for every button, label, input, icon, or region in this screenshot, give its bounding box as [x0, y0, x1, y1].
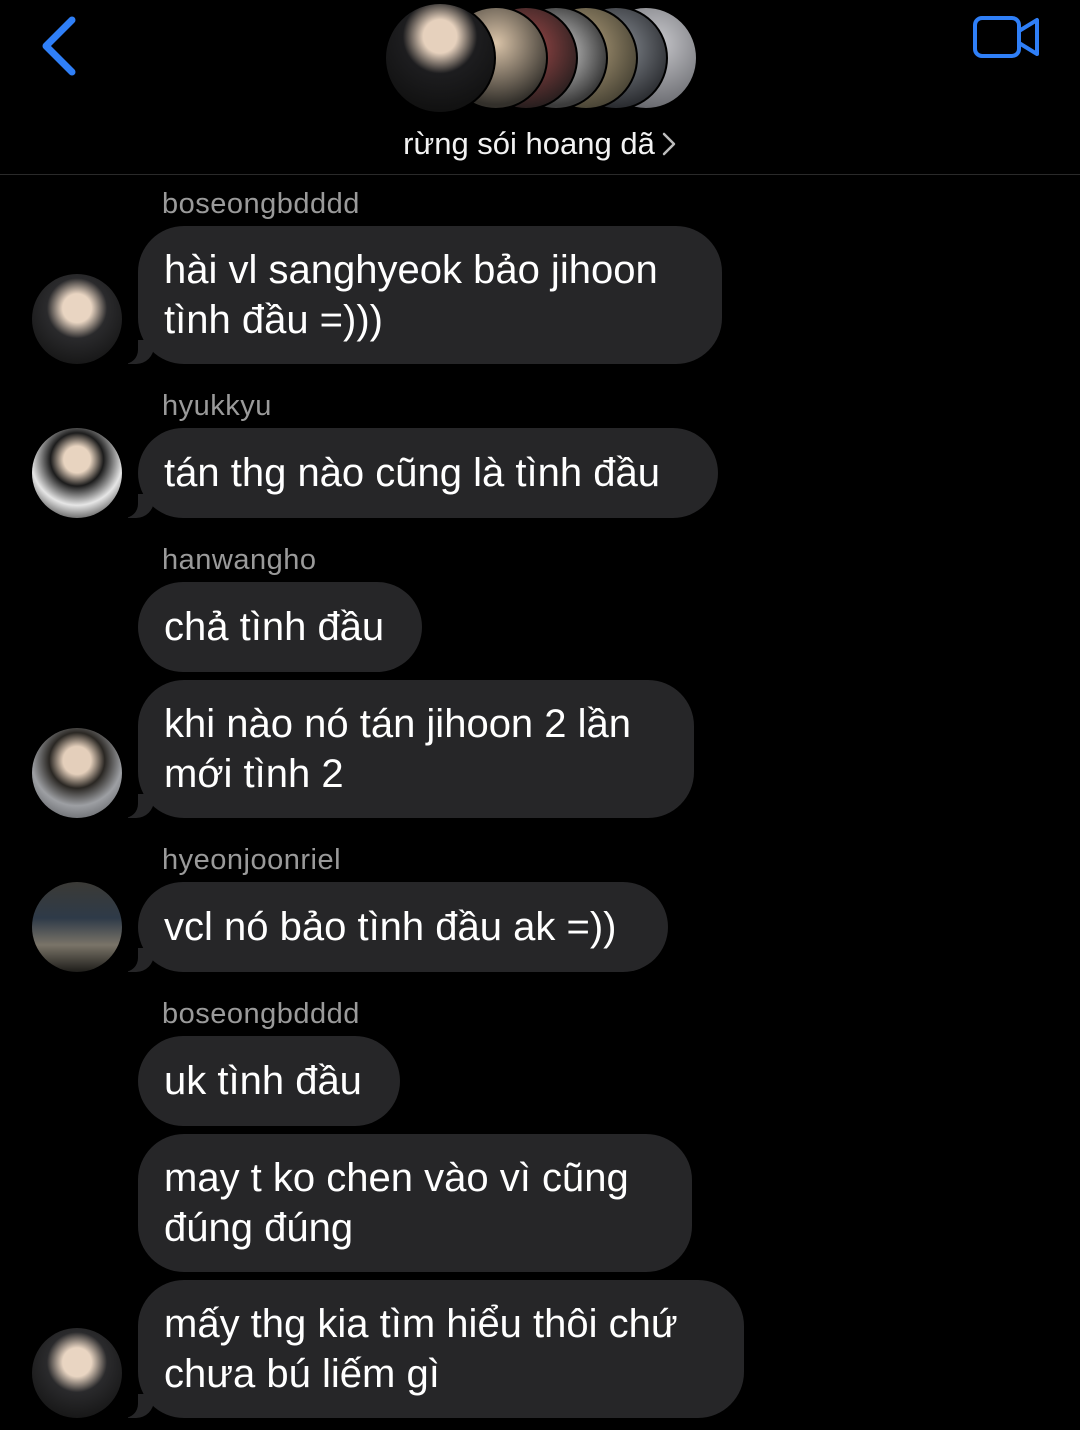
avatar[interactable]	[32, 274, 122, 364]
message-bubble[interactable]: mấy thg kia tìm hiểu thôi chứ chưa bú li…	[116, 1280, 744, 1418]
message-bubble[interactable]: tán thg nào cũng là tình đầu	[116, 428, 718, 518]
sender-name: boseongbdddd	[162, 998, 360, 1030]
avatar[interactable]	[32, 882, 122, 972]
sender-name: boseongbdddd	[162, 188, 360, 220]
avatar[interactable]	[32, 728, 122, 818]
message-text: uk tình đầu	[164, 1059, 362, 1103]
video-camera-icon	[973, 16, 1039, 58]
group-avatar-stack[interactable]	[384, 2, 704, 116]
video-call-button[interactable]	[972, 14, 1042, 60]
sender-name: hanwangho	[162, 544, 317, 576]
chevron-right-icon	[661, 129, 677, 165]
message-bubble[interactable]: uk tình đầu	[138, 1036, 400, 1126]
chat-header: rừng sói hoang dã	[0, 0, 1080, 175]
group-name[interactable]: rừng sói hoang dã	[0, 126, 1080, 165]
message-text: khi nào nó tán jihoon 2 lần mới tình 2	[164, 702, 632, 796]
message-bubble[interactable]: chả tình đầu	[138, 582, 422, 672]
message-bubble[interactable]: hài vl sanghyeok bảo jihoon tình đầu =))…	[116, 226, 722, 364]
sender-name: hyukkyu	[162, 390, 272, 422]
message-text: vcl nó bảo tình đầu ak =))	[164, 905, 617, 949]
message-bubble[interactable]: may t ko chen vào vì cũng đúng đúng	[138, 1134, 692, 1272]
message-bubble[interactable]: khi nào nó tán jihoon 2 lần mới tình 2	[116, 680, 694, 818]
message-bubble[interactable]: vcl nó bảo tình đầu ak =))	[116, 882, 668, 972]
avatar[interactable]	[32, 428, 122, 518]
message-text: hài vl sanghyeok bảo jihoon tình đầu =))…	[164, 248, 658, 342]
chevron-left-icon	[42, 16, 76, 76]
message-text: may t ko chen vào vì cũng đúng đúng	[164, 1156, 629, 1250]
avatar[interactable]	[32, 1328, 122, 1418]
back-button[interactable]	[38, 14, 82, 78]
message-text: mấy thg kia tìm hiểu thôi chứ chưa bú li…	[164, 1302, 678, 1396]
group-name-label: rừng sói hoang dã	[403, 126, 655, 161]
sender-name: hyeonjoonriel	[162, 844, 342, 876]
message-text: chả tình đầu	[164, 605, 385, 649]
message-text: tán thg nào cũng là tình đầu	[164, 451, 660, 495]
group-member-avatar	[384, 2, 496, 114]
